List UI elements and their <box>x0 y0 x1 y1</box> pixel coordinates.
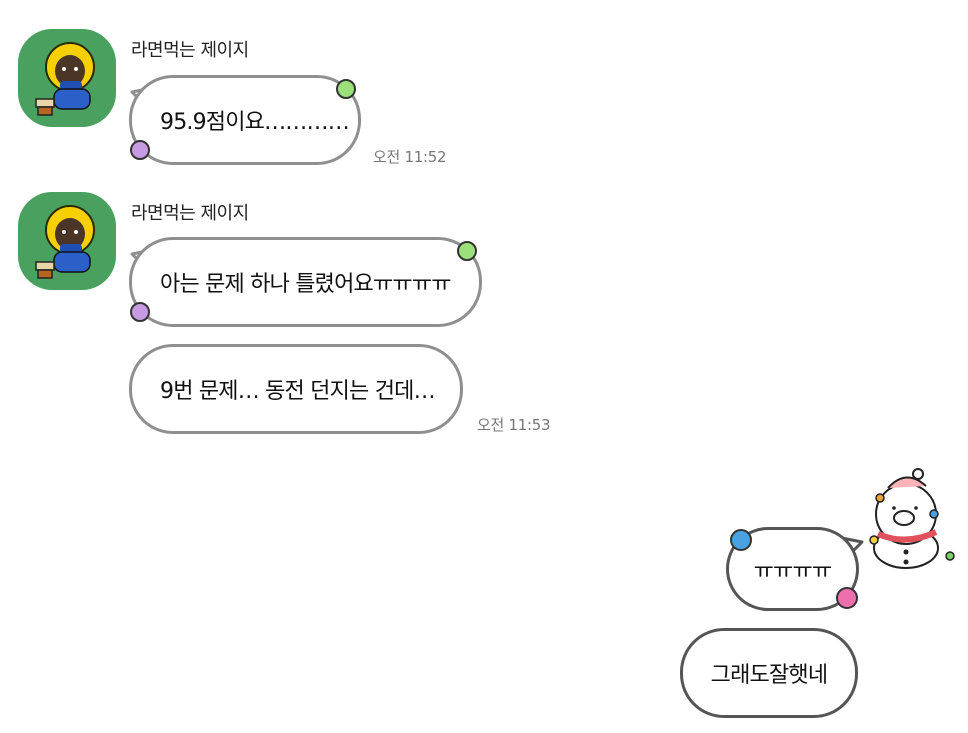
decor-dot-green <box>336 79 356 99</box>
sender-name: 라면먹는 제이지 <box>131 40 249 61</box>
message-text: 그래도잘햇네 <box>710 663 828 688</box>
sender-avatar[interactable] <box>18 29 116 127</box>
sender-avatar[interactable] <box>18 192 116 290</box>
decor-dot-green <box>457 241 477 261</box>
jay-g-character-icon <box>35 42 95 116</box>
decor-dot-pink <box>836 587 858 609</box>
message-text: 95.9점이요………… <box>160 110 350 135</box>
my-message-bubble[interactable]: 그래도잘햇네 <box>680 628 858 718</box>
message-bubble[interactable]: 아는 문제 하나 틀렸어요ㅠㅠㅠㅠ <box>129 237 482 327</box>
message-text: 9번 문제… 동전 던지는 건데… <box>160 379 436 404</box>
jay-g-character-icon <box>35 205 95 279</box>
snowman-sticker-icon <box>860 468 962 576</box>
message-bubble[interactable]: 95.9점이요………… <box>129 75 361 165</box>
decor-dot-purple <box>130 140 150 160</box>
decor-dot-purple <box>130 302 150 322</box>
message-time: 오전 11:52 <box>373 148 447 166</box>
message-time: 오전 11:53 <box>477 416 551 434</box>
decor-dot-blue <box>730 529 752 551</box>
message-text: ㅠㅠㅠㅠ <box>753 559 833 584</box>
message-bubble[interactable]: 9번 문제… 동전 던지는 건데… <box>129 344 463 434</box>
message-text: 아는 문제 하나 틀렸어요ㅠㅠㅠㅠ <box>160 272 452 297</box>
sender-name: 라면먹는 제이지 <box>131 203 249 224</box>
